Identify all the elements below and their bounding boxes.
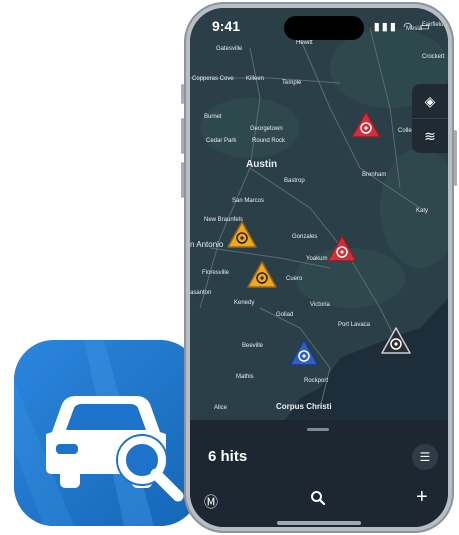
map-label-bastrop: Bastrop	[284, 178, 305, 184]
map-label-round-rock: Round Rock	[252, 138, 286, 144]
map-label-austin: Austin	[246, 159, 278, 170]
map-label-burnet: Burnet	[204, 114, 222, 120]
map-label-mathis: Mathis	[236, 374, 254, 380]
map-label-brenham: Brenham	[362, 172, 387, 178]
map-label-port-lavaca: Port Lavaca	[338, 322, 371, 328]
layers-icon: ≋	[424, 127, 436, 144]
status-icons: ▮▮▮ ◠ ▭	[373, 21, 432, 33]
add-button[interactable]: +	[416, 486, 428, 509]
tab-search[interactable]	[310, 490, 326, 511]
map-label-san-antonio: n Antonio	[190, 240, 224, 249]
volume-down-button	[181, 162, 184, 198]
map-label-rockport: Rockport	[304, 378, 329, 384]
search-icon	[311, 491, 326, 506]
map-label-gatesville: Gatesville	[216, 46, 243, 52]
map-label-alice: Alice	[214, 405, 228, 411]
map-label-cuero: Cuero	[286, 276, 303, 282]
marker-dark[interactable]	[380, 326, 412, 356]
marker-red-1[interactable]	[350, 110, 382, 140]
map-label-kenedy: Kenedy	[234, 300, 255, 306]
map-label-killeen: Killeen	[246, 76, 265, 82]
home-indicator	[277, 521, 361, 525]
map-label-georgetown: Georgetown	[250, 126, 283, 132]
volume-up-button	[181, 118, 184, 154]
marker-yellow-2[interactable]	[246, 260, 278, 290]
map-label-corpus-christi: Corpus Christi	[276, 402, 332, 411]
marker-yellow-1[interactable]	[226, 220, 258, 250]
car-search-icon	[14, 340, 200, 526]
map-label-katy: Katy	[416, 208, 429, 214]
map-label-beeville: Beeville	[242, 343, 264, 349]
map-label-victoria: Victoria	[310, 302, 330, 308]
power-button	[454, 130, 457, 186]
phone-screen: Mesia Fairfield Crockett Gatesville Hewi…	[190, 8, 448, 527]
map-label-goliad: Goliad	[276, 312, 294, 318]
map-label-yoakum: Yoakum	[306, 256, 328, 262]
results-sheet[interactable]: 6 hits ☰ Ⓜ +	[190, 420, 448, 527]
map-label-cedar-park: Cedar Park	[206, 138, 237, 144]
app-icon	[14, 340, 200, 526]
locate-icon: ◈	[424, 92, 436, 109]
map-label-pleasanton: asanton	[190, 290, 212, 296]
mute-switch	[181, 84, 184, 104]
map-label-gonzales: Gonzales	[292, 234, 318, 240]
map-label-hewitt: Hewitt	[296, 40, 313, 46]
tab-bar: Ⓜ +	[190, 486, 448, 516]
phone-frame: Mesia Fairfield Crockett Gatesville Hewi…	[181, 2, 457, 533]
map-label-temple: Temple	[282, 80, 302, 86]
map-label-san-marcos: San Marcos	[232, 198, 265, 204]
map-label-copperas-cove: Copperas Cove	[192, 76, 234, 82]
sheet-handle[interactable]	[307, 428, 329, 431]
locate-button[interactable]: ◈	[412, 84, 448, 118]
marker-blue[interactable]	[288, 338, 320, 368]
map-label-crockett: Crockett	[422, 54, 445, 60]
filter-icon: ☰	[419, 450, 431, 464]
tab-m-icon[interactable]: Ⓜ	[204, 492, 218, 512]
filter-button[interactable]: ☰	[412, 444, 438, 470]
status-time: 9:41	[212, 18, 241, 34]
dynamic-island	[284, 16, 364, 40]
marker-red-2[interactable]	[326, 234, 358, 264]
map-label-floresville: Floresville	[202, 270, 230, 276]
layers-button[interactable]: ≋	[412, 118, 448, 153]
hits-count: 6 hits	[208, 448, 248, 465]
